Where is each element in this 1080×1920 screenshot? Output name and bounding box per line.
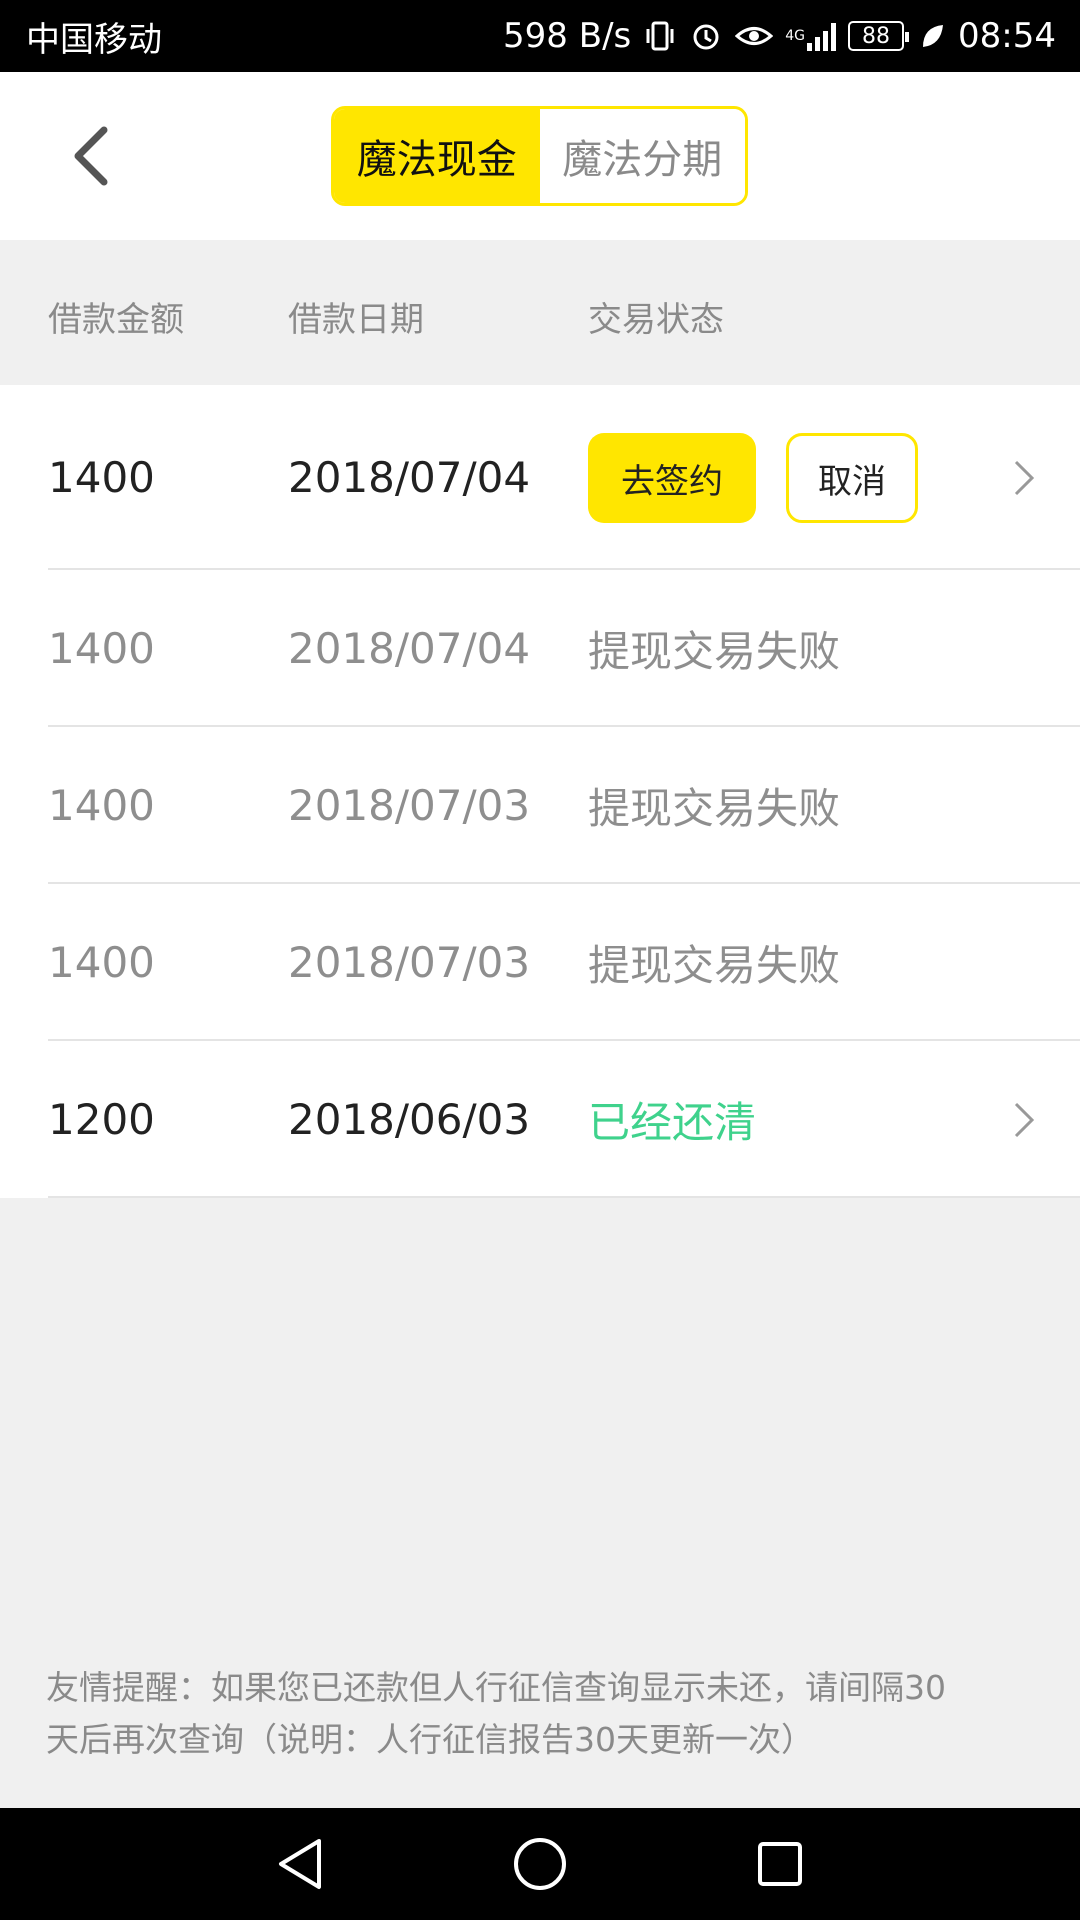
loan-date: 2018/07/04 bbox=[288, 453, 531, 502]
battery-level: 88 bbox=[862, 23, 891, 49]
alarm-icon bbox=[689, 19, 723, 53]
reminder-line-1: 友情提醒：如果您已还款但人行征信查询显示未还，请间隔30 bbox=[46, 1668, 946, 1707]
loan-date: 2018/06/03 bbox=[288, 1095, 531, 1144]
table-row[interactable]: 1400 2018/07/04 去签约 取消 bbox=[0, 385, 1080, 570]
vibrate-icon bbox=[643, 19, 677, 53]
cancel-button[interactable]: 取消 bbox=[786, 433, 918, 523]
recents-square-icon[interactable] bbox=[750, 1834, 810, 1894]
loan-status: 提现交易失败 bbox=[588, 941, 841, 990]
chevron-right-icon[interactable] bbox=[1012, 1041, 1036, 1198]
network-type: 4G bbox=[785, 28, 806, 44]
status-icons: 598 B/s 4G 88 08:54 bbox=[503, 16, 1056, 56]
column-status: 交易状态 bbox=[588, 300, 724, 340]
loan-list: 1400 2018/07/04 去签约 取消 1400 2018/07/04 提… bbox=[0, 385, 1080, 1198]
battery-icon: 88 bbox=[848, 21, 910, 51]
back-button[interactable] bbox=[50, 116, 130, 196]
column-amount: 借款金额 bbox=[48, 300, 184, 340]
loan-amount: 1400 bbox=[48, 453, 155, 502]
loan-amount: 1400 bbox=[48, 624, 155, 673]
loan-amount: 1400 bbox=[48, 938, 155, 987]
table-row: 1400 2018/07/03 提现交易失败 bbox=[0, 727, 1080, 884]
loan-amount: 1400 bbox=[48, 781, 155, 830]
chevron-left-icon bbox=[74, 126, 108, 186]
system-nav-bar bbox=[0, 1808, 1080, 1920]
tab-magic-installment[interactable]: 魔法分期 bbox=[539, 109, 745, 203]
eye-icon bbox=[735, 21, 774, 51]
chevron-right-icon[interactable] bbox=[1012, 385, 1036, 570]
signal-icon: 4G bbox=[785, 21, 837, 51]
time-label: 08:54 bbox=[958, 16, 1056, 56]
product-tabs: 魔法现金 魔法分期 bbox=[331, 106, 748, 206]
loan-status-paid: 已经还清 bbox=[588, 1098, 757, 1147]
column-date: 借款日期 bbox=[288, 300, 424, 340]
reminder-note: 友情提醒：如果您已还款但人行征信查询显示未还，请间隔30 天后再次查询（说明：人… bbox=[46, 1662, 1036, 1766]
sign-button[interactable]: 去签约 bbox=[588, 433, 756, 523]
loan-status: 提现交易失败 bbox=[588, 784, 841, 833]
leaf-icon bbox=[920, 22, 946, 50]
table-row[interactable]: 1200 2018/06/03 已经还清 bbox=[0, 1041, 1080, 1198]
loan-date: 2018/07/03 bbox=[288, 938, 531, 987]
loan-status: 提现交易失败 bbox=[588, 627, 841, 676]
carrier-label: 中国移动 bbox=[26, 19, 162, 60]
reminder-line-2: 天后再次查询（说明：人行征信报告30天更新一次） bbox=[46, 1720, 814, 1759]
top-nav: 魔法现金 魔法分期 bbox=[0, 72, 1080, 240]
table-header: 借款金额 借款日期 交易状态 bbox=[0, 240, 1080, 385]
loan-date: 2018/07/04 bbox=[288, 624, 531, 673]
divider bbox=[48, 1196, 1080, 1198]
net-speed: 598 B/s bbox=[503, 16, 632, 56]
tab-magic-cash[interactable]: 魔法现金 bbox=[334, 109, 540, 203]
home-circle-icon[interactable] bbox=[510, 1834, 570, 1894]
status-bar: 中国移动 598 B/s 4G 88 08:54 bbox=[0, 0, 1080, 72]
back-triangle-icon[interactable] bbox=[270, 1834, 330, 1894]
loan-date: 2018/07/03 bbox=[288, 781, 531, 830]
loan-amount: 1200 bbox=[48, 1095, 155, 1144]
table-row: 1400 2018/07/03 提现交易失败 bbox=[0, 884, 1080, 1041]
table-row: 1400 2018/07/04 提现交易失败 bbox=[0, 570, 1080, 727]
